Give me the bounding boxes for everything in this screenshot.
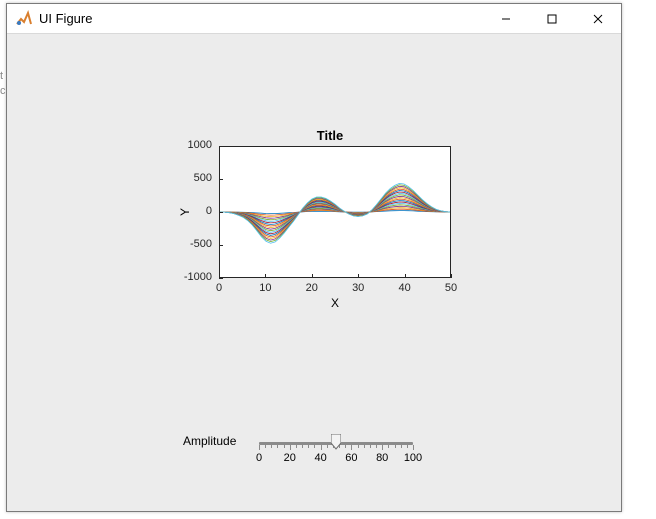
slider-tick xyxy=(259,445,260,450)
slider-tick-label: 60 xyxy=(339,452,363,464)
slider-tick xyxy=(382,445,383,450)
slider-minor-tick xyxy=(345,445,346,448)
maximize-button[interactable] xyxy=(529,4,575,34)
amplitude-slider-group: Amplitude 0 20 40 60 80 100 xyxy=(183,432,483,482)
matlab-icon xyxy=(15,10,33,28)
bg-text: t xyxy=(0,70,3,82)
bg-text: c xyxy=(0,85,6,97)
slider-thumb[interactable] xyxy=(331,434,341,450)
x-tick-label: 10 xyxy=(250,282,280,294)
slider-minor-tick xyxy=(327,445,328,448)
x-tick-label: 40 xyxy=(390,282,420,294)
slider-minor-tick xyxy=(277,445,278,448)
plot-area[interactable] xyxy=(219,146,451,278)
slider-tick xyxy=(321,445,322,450)
slider-tick xyxy=(351,445,352,450)
ui-figure-window: UI Figure Title Y X -1000-50005001000 01… xyxy=(6,3,622,512)
slider-minor-tick xyxy=(296,445,297,448)
slider-tick-label: 20 xyxy=(278,452,302,464)
slider-label: Amplitude xyxy=(183,434,236,448)
figure-client-area: Title Y X -1000-50005001000 01020304050 … xyxy=(7,34,621,511)
slider-tick-label: 100 xyxy=(401,452,425,464)
slider-minor-tick xyxy=(265,445,266,448)
slider-minor-tick xyxy=(370,445,371,448)
slider-minor-tick xyxy=(314,445,315,448)
y-tick-label: 0 xyxy=(162,205,212,217)
slider-minor-tick xyxy=(358,445,359,448)
titlebar[interactable]: UI Figure xyxy=(7,4,621,34)
slider-minor-tick xyxy=(308,445,309,448)
y-tick-label: -500 xyxy=(162,238,212,250)
y-tick-label: 500 xyxy=(162,172,212,184)
x-axis-label: X xyxy=(219,296,451,310)
x-tick-label: 50 xyxy=(436,282,466,294)
window-title: UI Figure xyxy=(39,11,92,26)
close-button[interactable] xyxy=(575,4,621,34)
slider-tick xyxy=(413,445,414,450)
axes[interactable]: Title Y X -1000-50005001000 01020304050 xyxy=(177,146,483,336)
slider-tick-label: 80 xyxy=(370,452,394,464)
slider-minor-tick xyxy=(407,445,408,448)
x-tick-label: 30 xyxy=(343,282,373,294)
slider-minor-tick xyxy=(401,445,402,448)
slider-tick-label: 40 xyxy=(309,452,333,464)
slider-minor-tick xyxy=(271,445,272,448)
slider-tick-label: 0 xyxy=(247,452,271,464)
axes-title: Title xyxy=(177,128,483,143)
x-tick-label: 0 xyxy=(204,282,234,294)
slider-minor-tick xyxy=(284,445,285,448)
minimize-button[interactable] xyxy=(483,4,529,34)
slider-minor-tick xyxy=(376,445,377,448)
slider-minor-tick xyxy=(395,445,396,448)
x-tick-label: 20 xyxy=(297,282,327,294)
slider-minor-tick xyxy=(364,445,365,448)
y-tick-label: 1000 xyxy=(162,139,212,151)
slider-minor-tick xyxy=(388,445,389,448)
slider-minor-tick xyxy=(302,445,303,448)
slider-tick xyxy=(290,445,291,450)
